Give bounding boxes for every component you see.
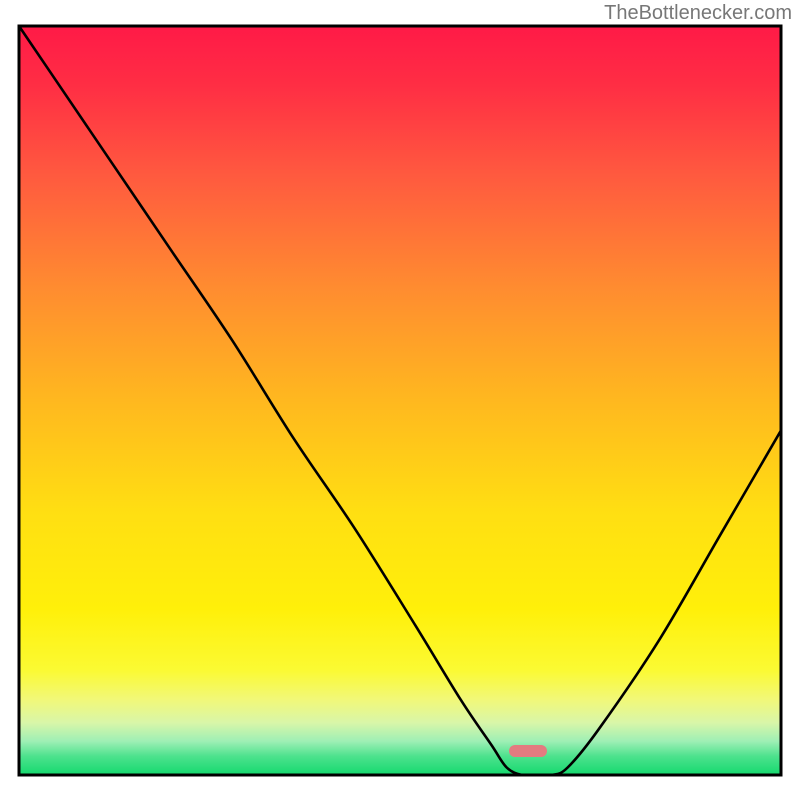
- plot-background: [19, 26, 781, 775]
- bottleneck-chart: TheBottlenecker.com: [0, 0, 800, 800]
- chart-canvas: [0, 0, 800, 800]
- optimum-marker: [509, 745, 547, 757]
